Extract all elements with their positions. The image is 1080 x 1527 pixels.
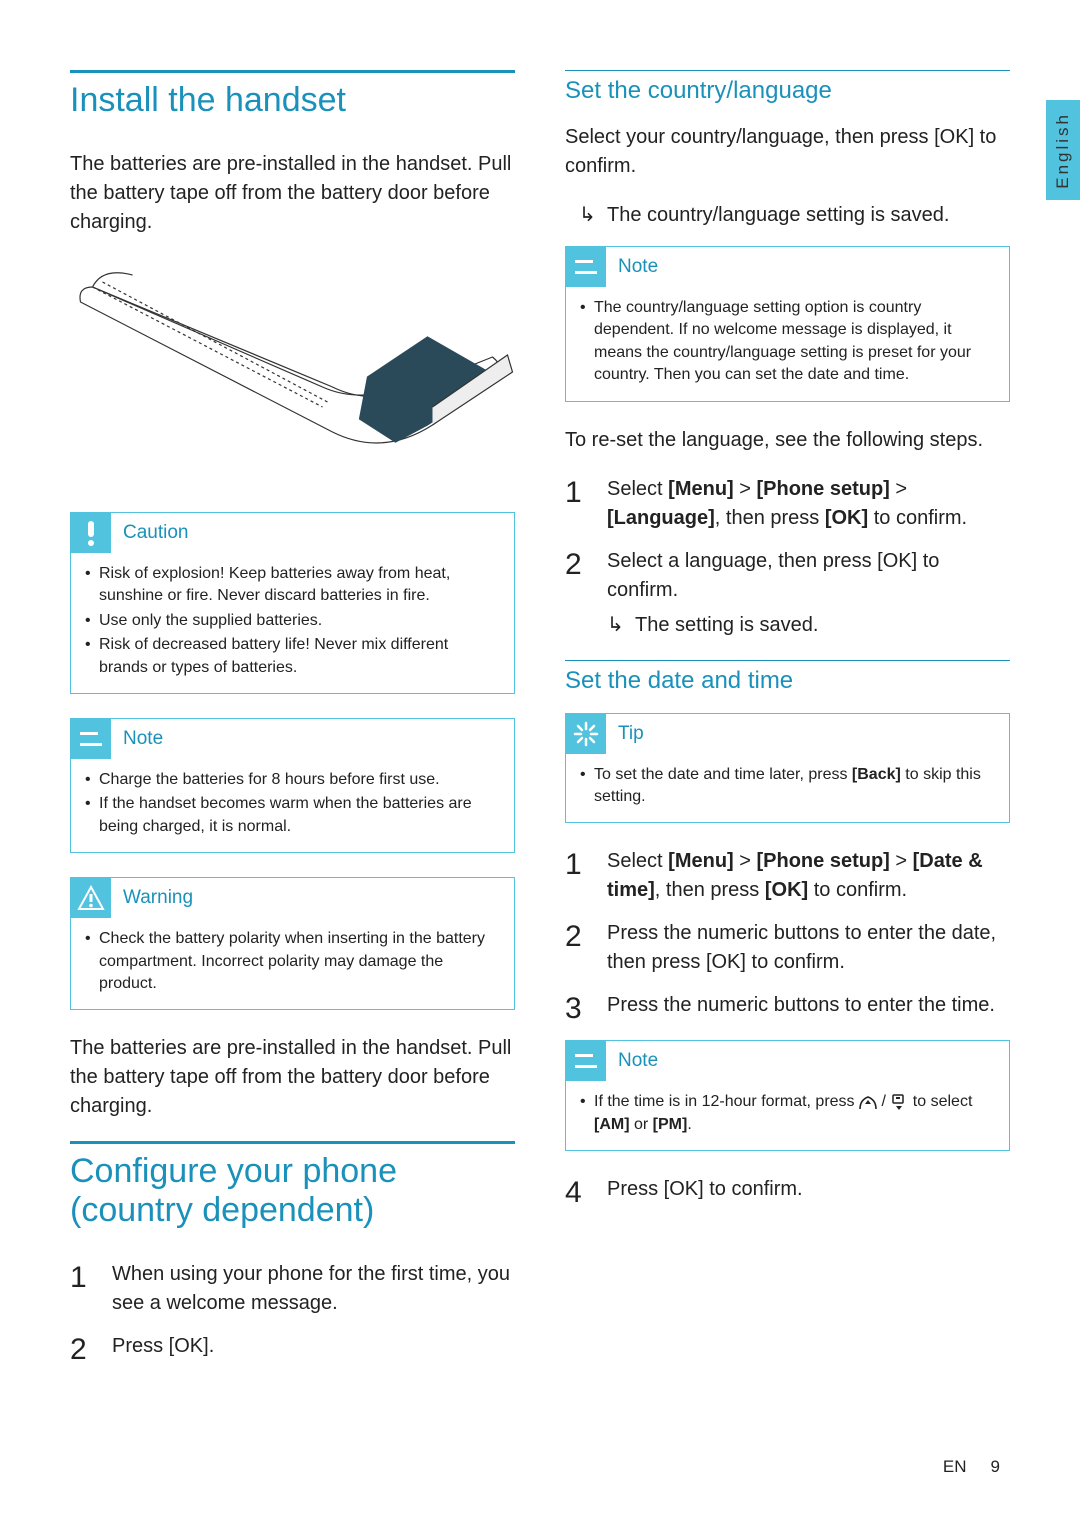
tip-item: To set the date and time later, press [B…: [580, 764, 995, 809]
heading-install-handset: Install the handset: [70, 70, 515, 120]
warning-icon: [71, 878, 111, 918]
note-item: The country/language setting option is c…: [580, 297, 995, 387]
tip-title: Tip: [618, 723, 644, 745]
intro-paragraph-2: The batteries are pre-installed in the h…: [70, 1034, 515, 1121]
country-paragraph: Select your country/language, then press…: [565, 123, 1010, 181]
note-callout: Note Charge the batteries for 8 hours be…: [70, 718, 515, 853]
datetime-steps-cont: Press [OK] to confirm.: [565, 1175, 1010, 1204]
caution-item: Use only the supplied batteries.: [85, 610, 500, 632]
step-item: When using your phone for the first time…: [70, 1260, 515, 1318]
language-steps: Select [Menu] > [Phone setup] > [Languag…: [565, 475, 1010, 640]
configure-steps: When using your phone for the first time…: [70, 1260, 515, 1361]
note-item: If the time is in 12-hour format, press …: [580, 1091, 995, 1136]
page-content: Install the handset The batteries are pr…: [0, 0, 1080, 1431]
warning-item: Check the battery polarity when insertin…: [85, 928, 500, 995]
note-icon: [566, 247, 606, 287]
page-footer: EN 9: [943, 1457, 1000, 1477]
heading-set-date-time: Set the date and time: [565, 660, 1010, 695]
note-item: If the handset becomes warm when the bat…: [85, 793, 500, 838]
caution-icon: [71, 513, 111, 553]
handset-battery-illustration: [70, 257, 515, 487]
step-result: The setting is saved.: [607, 611, 1010, 640]
note-title: Note: [618, 256, 658, 278]
note-title: Note: [618, 1050, 658, 1072]
caution-title: Caution: [123, 522, 189, 544]
down-key-icon: [890, 1093, 908, 1111]
note-icon: [71, 719, 111, 759]
caution-callout: Caution Risk of explosion! Keep batterie…: [70, 512, 515, 694]
caution-item: Risk of explosion! Keep batteries away f…: [85, 563, 500, 608]
note-callout: Note If the time is in 12-hour format, p…: [565, 1040, 1010, 1151]
intro-paragraph: The batteries are pre-installed in the h…: [70, 150, 515, 237]
step-item: Press [OK] to confirm.: [565, 1175, 1010, 1204]
caution-item: Risk of decreased battery life! Never mi…: [85, 634, 500, 679]
note-title: Note: [123, 728, 163, 750]
note-item: Charge the batteries for 8 hours before …: [85, 769, 500, 791]
step-item: Select [Menu] > [Phone setup] > [Languag…: [565, 475, 1010, 533]
footer-page: 9: [991, 1457, 1000, 1477]
warning-title: Warning: [123, 887, 193, 909]
step-item: Press the numeric buttons to enter the t…: [565, 991, 1010, 1020]
left-column: Install the handset The batteries are pr…: [70, 70, 515, 1381]
warning-callout: Warning Check the battery polarity when …: [70, 877, 515, 1010]
step-item: Press the numeric buttons to enter the d…: [565, 919, 1010, 977]
step-item: Select a language, then press [OK] to co…: [565, 547, 1010, 640]
datetime-steps: Select [Menu] > [Phone setup] > [Date & …: [565, 847, 1010, 1020]
up-key-icon: [859, 1094, 877, 1110]
right-column: Set the country/language Select your cou…: [565, 70, 1010, 1381]
footer-lang: EN: [943, 1457, 967, 1477]
tip-callout: Tip To set the date and time later, pres…: [565, 713, 1010, 824]
heading-configure-phone: Configure your phone (country dependent): [70, 1141, 515, 1230]
heading-set-country: Set the country/language: [565, 70, 1010, 105]
step-item: Select [Menu] > [Phone setup] > [Date & …: [565, 847, 1010, 905]
note-callout: Note The country/language setting option…: [565, 246, 1010, 402]
reset-language-intro: To re-set the language, see the followin…: [565, 426, 1010, 455]
tip-icon: [566, 714, 606, 754]
country-result: The country/language setting is saved.: [565, 201, 1010, 230]
note-icon: [566, 1041, 606, 1081]
step-item: Press [OK].: [70, 1332, 515, 1361]
